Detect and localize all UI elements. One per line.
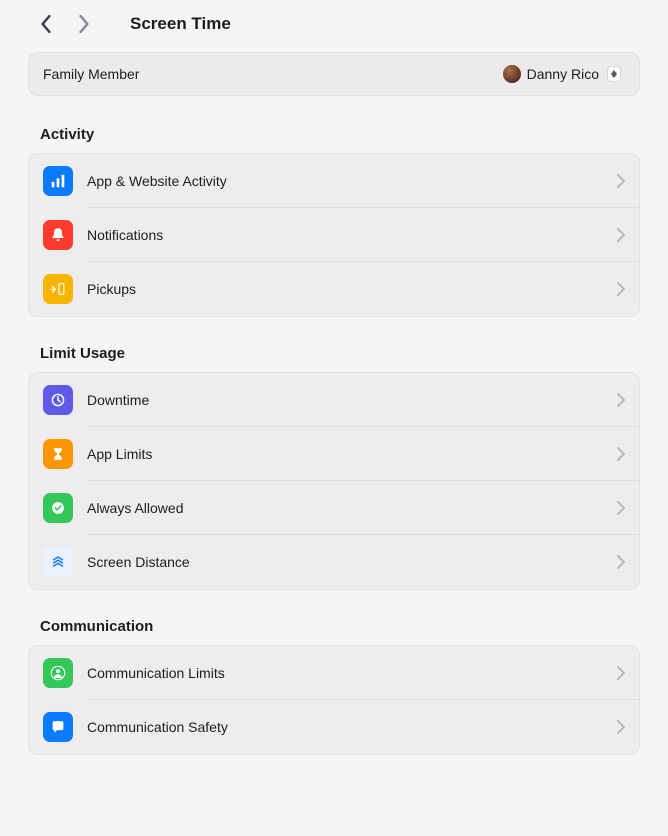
family-member-dropdown[interactable]: Danny Rico [499,63,625,85]
row-label: App & Website Activity [87,173,617,189]
chevron-right-icon [617,228,625,242]
row-screen-distance[interactable]: Screen Distance [29,535,639,589]
row-communication-limits[interactable]: Communication Limits [29,646,639,700]
waves-icon [43,547,73,577]
row-label: Always Allowed [87,500,617,516]
list-group-activity: App & Website Activity Notifications Pic… [28,153,640,317]
chevron-right-icon [617,720,625,734]
clock-icon [43,385,73,415]
row-app-website-activity[interactable]: App & Website Activity [29,154,639,208]
row-label: Notifications [87,227,617,243]
row-notifications[interactable]: Notifications [29,208,639,262]
row-label: Communication Safety [87,719,617,735]
chevron-right-icon [617,393,625,407]
row-label: Communication Limits [87,665,617,681]
forward-button [72,12,96,36]
list-group-limit-usage: Downtime App Limits Always Allowed [28,372,640,590]
checkmark-shield-icon [43,493,73,523]
back-button[interactable] [34,12,58,36]
section-activity: Activity App & Website Activity Notifica… [28,126,640,317]
person-bubble-icon [43,658,73,688]
row-label: Screen Distance [87,554,617,570]
chevron-right-icon [617,447,625,461]
dropdown-arrows-icon [607,66,621,82]
list-group-communication: Communication Limits Communication Safet… [28,645,640,755]
section-heading-limit-usage: Limit Usage [28,345,640,362]
bell-icon [43,220,73,250]
chevron-right-icon [617,501,625,515]
section-limit-usage: Limit Usage Downtime App Limits [28,345,640,590]
row-label: Pickups [87,281,617,297]
chevron-right-icon [617,174,625,188]
avatar-icon [503,65,521,83]
chevron-right-icon [617,282,625,296]
section-heading-communication: Communication [28,618,640,635]
row-label: App Limits [87,446,617,462]
row-pickups[interactable]: Pickups [29,262,639,316]
row-always-allowed[interactable]: Always Allowed [29,481,639,535]
hourglass-icon [43,439,73,469]
row-app-limits[interactable]: App Limits [29,427,639,481]
family-member-name: Danny Rico [527,66,599,82]
speech-bubble-icon [43,712,73,742]
pickups-icon [43,274,73,304]
header: Screen Time [28,12,640,36]
row-downtime[interactable]: Downtime [29,373,639,427]
chart-icon [43,166,73,196]
section-communication: Communication Communication Limits Commu… [28,618,640,755]
row-label: Downtime [87,392,617,408]
section-heading-activity: Activity [28,126,640,143]
family-member-bar: Family Member Danny Rico [28,52,640,96]
page-title: Screen Time [130,14,231,34]
chevron-right-icon [617,666,625,680]
chevron-right-icon [617,555,625,569]
row-communication-safety[interactable]: Communication Safety [29,700,639,754]
family-member-label: Family Member [43,66,139,82]
